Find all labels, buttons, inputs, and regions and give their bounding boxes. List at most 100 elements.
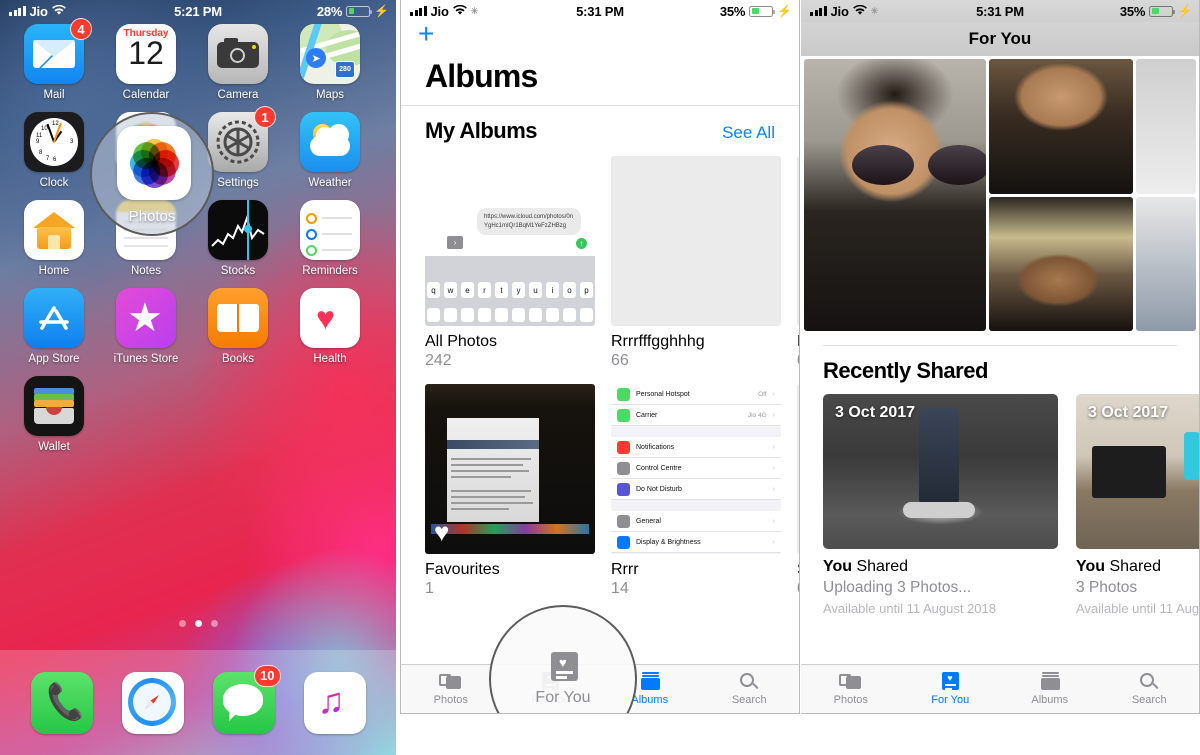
shared-album-card[interactable]: 3 Oct 2017 You Shared 3 Photos Available… (1076, 394, 1199, 616)
phone-icon: 📞 (30, 671, 93, 734)
app-label: Stocks (220, 265, 256, 277)
tab-for-you[interactable]: ♥ For You (901, 665, 1001, 713)
app-books[interactable]: Books (192, 288, 284, 365)
app-itunes-store[interactable]: ★ iTunes Store (100, 288, 192, 365)
for-you-memory-grid[interactable] (801, 56, 1199, 331)
foryou-nav-title: For You (801, 22, 1199, 56)
safari-icon (121, 671, 184, 734)
app-mail[interactable]: 4 Mail (8, 18, 100, 101)
shared-action: Shared (856, 558, 909, 575)
photo-thumbnail[interactable] (989, 59, 1133, 194)
for-you-highlight-label: For You (535, 688, 591, 706)
albums-carousel[interactable]: https://www.icloud.com/photos/0nYgHc1mIQ… (401, 152, 799, 612)
chevron-right-icon: › (772, 443, 775, 451)
search-tab-icon (1137, 672, 1161, 691)
settings-row-label: Control Centre (636, 464, 682, 472)
album-item-all-photos[interactable]: https://www.icloud.com/photos/0nYgHc1mIQ… (425, 156, 595, 370)
settings-row-label: Display & Brightness (636, 538, 701, 546)
keyboard-key (478, 308, 491, 322)
maps-icon: ➤ 280 (300, 24, 360, 84)
app-maps[interactable]: ➤ 280 Maps (284, 24, 376, 101)
tab-search[interactable]: Search (1100, 665, 1200, 713)
for-you-tab-highlight: ♥ For You (489, 605, 637, 713)
photo-thumbnail[interactable] (989, 196, 1133, 331)
see-all-button[interactable]: See All (722, 123, 775, 143)
app-wallet[interactable]: Wallet (8, 376, 100, 453)
photos-tab-icon (438, 672, 463, 691)
app-health[interactable]: ♥ Health (284, 288, 376, 365)
app-weather[interactable]: Weather (284, 112, 376, 189)
books-icon (208, 288, 268, 348)
for-you-tab-icon: ♥ (938, 672, 962, 691)
section-heading: Recently Shared (823, 358, 988, 383)
album-count: 0 (797, 352, 799, 370)
app-reminders[interactable]: Reminders (284, 200, 376, 277)
carrier-label: Jio (430, 3, 449, 19)
app-row: Wallet (8, 376, 388, 464)
keyboard-key: p (580, 282, 593, 298)
photo-thumbnail[interactable] (1136, 59, 1196, 194)
albums-status-bar: Jio ✳ 5:31 PM 35% ⚡ (401, 0, 799, 22)
app-app-store[interactable]: App Store (8, 288, 100, 365)
album-item-s[interactable]: S 0 (797, 384, 799, 598)
charging-bolt-icon: ⚡ (777, 4, 792, 18)
tab-search[interactable]: Search (700, 665, 800, 713)
page-dot (210, 620, 218, 627)
wifi-icon (452, 4, 467, 19)
album-item-rrrr[interactable]: Personal Hotspot Off › Carrier Jio 4G › Notifi… (611, 384, 781, 598)
shared-owner-line: You Shared (823, 558, 1058, 576)
shared-date: 3 Oct 2017 (1088, 404, 1169, 421)
shared-album-thumbnail: 3 Oct 2017 (823, 394, 1058, 549)
dock-app-safari[interactable] (121, 671, 184, 734)
shared-album-card[interactable]: 3 Oct 2017 You Shared Uploading 3 Photos… (823, 394, 1058, 616)
keyboard-key (563, 308, 576, 322)
settings-row-label: General (636, 517, 661, 525)
screenshot-root: Jio 5:21 PM 28% ⚡ 4 Mail Thursday 12 Cal… (0, 0, 1200, 755)
tab-albums[interactable]: Albums (1000, 665, 1100, 713)
dock-app-phone[interactable]: 📞 (30, 671, 93, 734)
recently-shared-carousel[interactable]: 3 Oct 2017 You Shared Uploading 3 Photos… (801, 394, 1199, 616)
tab-photos[interactable]: Photos (401, 665, 501, 713)
tab-label: Photos (833, 694, 868, 706)
albums-tab-icon (1038, 672, 1062, 691)
settings-row: Carrier Jio 4G › (611, 405, 781, 426)
dock-app-messages[interactable]: 10 (212, 664, 281, 734)
settings-row-value: Off (758, 390, 767, 398)
photos-tab-icon (838, 672, 863, 691)
chevron-right-icon: › (772, 390, 775, 398)
album-item-rrrrfffgghhhg[interactable]: Rrrrfffgghhhg 66 (611, 156, 781, 370)
photo-thumbnail[interactable] (804, 59, 986, 331)
app-home[interactable]: Home (8, 200, 100, 277)
app-label: Calendar (122, 89, 170, 101)
app-calendar[interactable]: Thursday 12 Calendar (100, 24, 192, 101)
app-label: Camera (217, 89, 259, 101)
tab-photos[interactable]: Photos (801, 665, 901, 713)
albums-column: Rrrrfffgghhhg 66 Personal Hotspot Off › Car… (611, 156, 781, 612)
status-right: 28% ⚡ (317, 4, 396, 19)
album-name: Favourites (425, 561, 500, 578)
charging-bolt-icon: ⚡ (1177, 4, 1192, 18)
my-albums-header: My Albums See All (401, 106, 799, 152)
album-item-favourites[interactable]: ♥ Favourites 1 (425, 384, 595, 598)
settings-badge: 1 (254, 106, 276, 128)
app-row: 4 Mail Thursday 12 Calendar Camera ➤ 280… (8, 18, 388, 112)
album-count: 242 (425, 352, 452, 369)
signal-bars-icon (410, 5, 427, 16)
app-clock[interactable]: 12 3 6 9 10 11 8 7 Clock (8, 112, 100, 189)
messages-badge: 10 (254, 664, 281, 687)
album-thumbnail: https://www.icloud.com/photos/0nYgHc1mIQ… (425, 156, 595, 326)
dock-app-music[interactable]: ♫ (303, 671, 366, 734)
album-thumbnail: Personal Hotspot Off › Carrier Jio 4G › Notifi… (611, 384, 781, 554)
page-indicator[interactable] (0, 620, 396, 627)
add-album-button[interactable]: + (418, 20, 434, 48)
iphone-home-screen-panel: Jio 5:21 PM 28% ⚡ 4 Mail Thursday 12 Cal… (0, 0, 396, 755)
album-item-r[interactable]: R 0 (797, 156, 799, 370)
app-label: Weather (308, 177, 352, 189)
app-camera[interactable]: Camera (192, 24, 284, 101)
shared-owner: You (823, 558, 853, 575)
app-label: App Store (28, 353, 80, 365)
settings-row: General › (611, 511, 781, 532)
location-icon: ✳ (870, 5, 879, 16)
photo-thumbnail[interactable] (1136, 196, 1196, 331)
mail-badge: 4 (70, 18, 92, 40)
